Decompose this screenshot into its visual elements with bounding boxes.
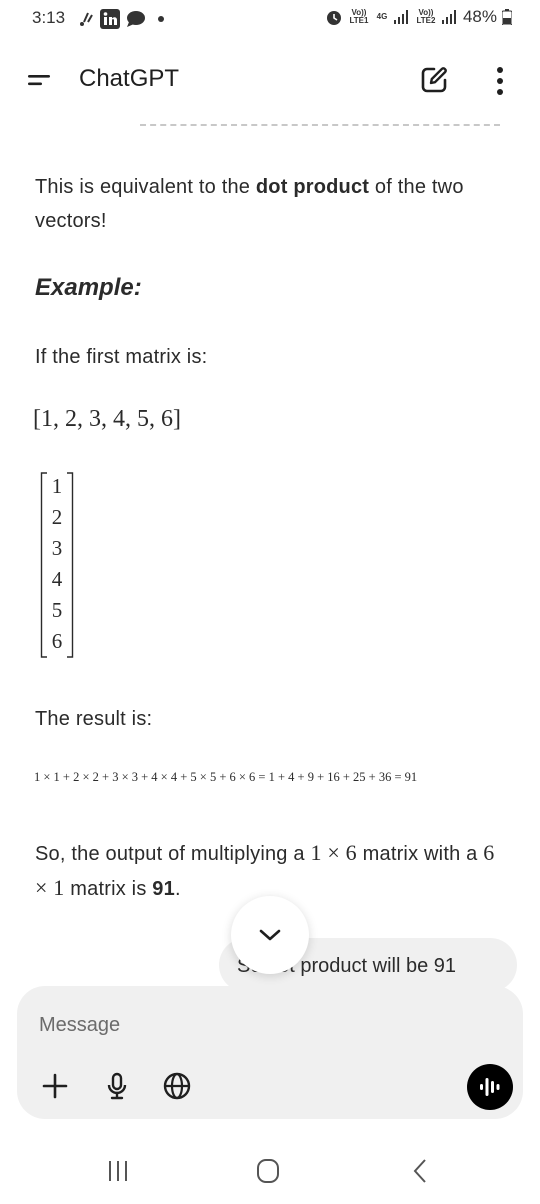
column-vector-entry: 4 <box>51 567 63 591</box>
column-vector-entry: 5 <box>51 598 63 622</box>
new-chat-icon[interactable] <box>418 64 450 96</box>
column-vector-entry: 2 <box>51 505 63 529</box>
system-nav-bar <box>0 1140 540 1204</box>
paragraph-text: This is equivalent to the <box>35 176 256 198</box>
home-icon[interactable] <box>248 1154 288 1188</box>
microphone-icon[interactable] <box>101 1070 133 1102</box>
app-bar: ChatGPT <box>0 50 540 110</box>
dot-product-equation: 1 × 1 + 2 × 2 + 3 × 3 + 4 × 4 + 5 × 5 + … <box>34 770 418 784</box>
dot-icon <box>158 16 164 22</box>
result-text: The result is: <box>35 708 153 730</box>
signal-icon <box>393 10 408 24</box>
column-vector-entry: 3 <box>51 536 63 560</box>
message-composer <box>17 986 523 1119</box>
battery-percent: 48% <box>462 7 497 26</box>
app-title: ChatGPT <box>79 65 180 92</box>
network-type: 4G <box>376 12 388 21</box>
lte2-indicator: Vo)) LTE2 <box>416 8 436 25</box>
more-icon[interactable] <box>490 64 510 98</box>
lte1-indicator: Vo)) LTE1 <box>349 8 369 25</box>
voice-mode-button[interactable] <box>467 1064 513 1110</box>
dot-product-paragraph: This is equivalent to the dot product of… <box>35 170 505 238</box>
chat-icon <box>127 11 145 27</box>
recent-apps-icon[interactable] <box>98 1154 138 1188</box>
table-border-divider <box>140 124 500 126</box>
sms-icon <box>80 12 93 26</box>
status-right: Vo)) LTE1 4G Vo)) LTE2 48% <box>325 7 512 27</box>
battery-icon <box>502 9 512 25</box>
column-vector: 1 2 3 4 5 6 <box>40 472 74 658</box>
message-input[interactable] <box>39 1010 479 1040</box>
signal-icon <box>441 10 456 24</box>
example-heading: Example: <box>35 274 142 301</box>
conversation[interactable]: This is equivalent to the dot product of… <box>0 110 540 990</box>
paragraph-text: So, the output of multiplying a <box>35 843 311 865</box>
back-icon[interactable] <box>400 1154 440 1188</box>
column-vector-entry: 6 <box>51 629 63 653</box>
column-vector-entry: 1 <box>51 474 63 498</box>
paragraph-text: . <box>174 878 181 900</box>
alarm-icon <box>326 11 341 25</box>
voice-mode-icon <box>480 1078 500 1096</box>
status-bar: 3:13 Vo)) LTE1 4G Vo)) LTE2 48% <box>0 0 540 36</box>
bold-text: 91 <box>152 878 175 900</box>
plus-icon[interactable] <box>39 1070 71 1102</box>
scroll-to-bottom-button[interactable] <box>231 896 309 974</box>
math-expression: 1 × 6 <box>310 840 357 865</box>
status-left-icons <box>78 9 166 29</box>
paragraph-text: matrix with a <box>356 843 484 865</box>
menu-icon[interactable] <box>26 70 52 90</box>
first-matrix-text: If the first matrix is: <box>35 346 208 368</box>
linkedin-icon <box>100 9 120 29</box>
paragraph-text: matrix is <box>64 878 153 900</box>
globe-icon[interactable] <box>161 1070 193 1102</box>
bold-text: dot product <box>255 176 370 198</box>
chevron-down-icon <box>259 929 281 941</box>
row-vector: [1, 2, 3, 4, 5, 6] <box>33 406 181 432</box>
status-time: 3:13 <box>32 8 66 27</box>
